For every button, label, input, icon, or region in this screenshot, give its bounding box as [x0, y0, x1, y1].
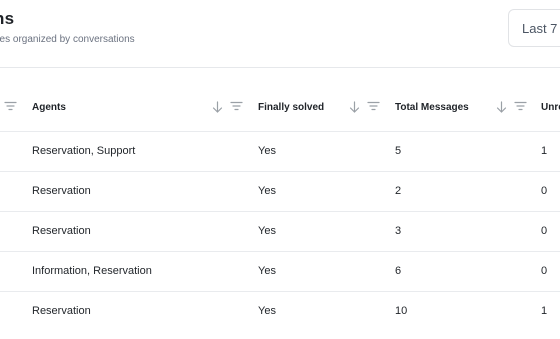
solved-cell: Yes — [258, 265, 276, 277]
unread-cell: 0 — [541, 225, 548, 237]
period-select-button[interactable]: Last 7 — [508, 9, 560, 47]
unread-cell: 1 — [541, 145, 548, 157]
row-divider — [0, 211, 560, 212]
filter-icon[interactable] — [514, 101, 527, 111]
total-messages-cell: 10 — [395, 305, 408, 317]
unread-cell: 0 — [541, 265, 548, 277]
total-messages-cell: 5 — [395, 145, 402, 157]
filter-icon[interactable] — [230, 101, 243, 111]
column-header-finally-solved[interactable]: Finally solved — [258, 102, 324, 113]
solved-cell: Yes — [258, 305, 276, 317]
solved-cell: Yes — [258, 225, 276, 237]
agents-cell: Information, Reservation — [32, 265, 152, 277]
row-divider — [0, 251, 560, 252]
total-messages-cell: 3 — [395, 225, 402, 237]
filter-icon[interactable] — [4, 101, 17, 111]
solved-cell: Yes — [258, 185, 276, 197]
arrow-down-icon[interactable] — [496, 101, 507, 113]
page-title: ns — [0, 9, 15, 28]
agents-cell: Reservation — [32, 185, 91, 197]
unread-cell: 0 — [541, 185, 548, 197]
arrow-down-icon[interactable] — [349, 101, 360, 113]
agents-cell: Reservation — [32, 305, 91, 317]
total-messages-cell: 6 — [395, 265, 402, 277]
total-messages-cell: 2 — [395, 185, 402, 197]
filter-icon[interactable] — [367, 101, 380, 111]
row-divider — [0, 291, 560, 292]
header-row-divider — [0, 131, 560, 132]
column-header-agents[interactable]: Agents — [32, 102, 66, 113]
agents-cell: Reservation — [32, 225, 91, 237]
agents-cell: Reservation, Support — [32, 145, 136, 157]
column-header-unread[interactable]: Unre — [541, 102, 560, 113]
unread-cell: 1 — [541, 305, 548, 317]
arrow-down-icon[interactable] — [212, 101, 223, 113]
header-divider — [0, 67, 560, 68]
page-subtitle: ges organized by conversations — [0, 34, 135, 45]
column-header-total-messages[interactable]: Total Messages — [395, 102, 469, 113]
solved-cell: Yes — [258, 145, 276, 157]
row-divider — [0, 171, 560, 172]
